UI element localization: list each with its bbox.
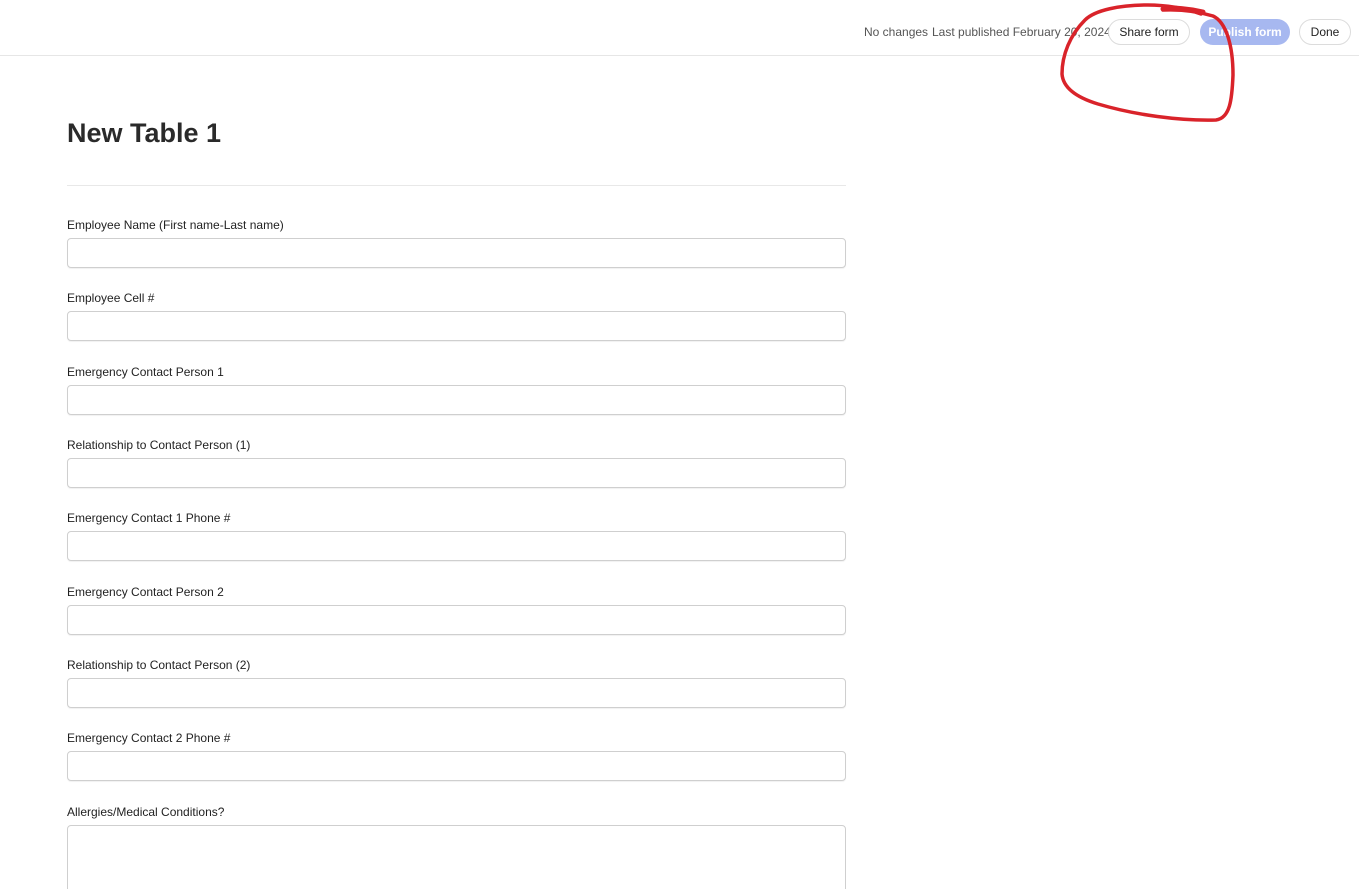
contact-2-phone-input[interactable] (67, 751, 846, 781)
field-label-contact-2-phone: Emergency Contact 2 Phone # (67, 731, 231, 745)
done-button[interactable]: Done (1299, 19, 1351, 45)
relationship-1-input[interactable] (67, 458, 846, 488)
title-divider (67, 185, 846, 186)
field-label-relationship-1: Relationship to Contact Person (1) (67, 438, 251, 452)
share-form-button[interactable]: Share form (1108, 19, 1190, 45)
top-toolbar: No changes Last published February 20, 2… (0, 0, 1359, 56)
contact-1-phone-input[interactable] (67, 531, 846, 561)
field-label-employee-cell: Employee Cell # (67, 291, 155, 305)
form-title: New Table 1 (67, 118, 222, 148)
field-label-emergency-contact-2: Emergency Contact Person 2 (67, 585, 224, 599)
publish-form-button[interactable]: Publish form (1200, 19, 1290, 45)
allergies-textarea[interactable] (67, 825, 846, 889)
field-label-contact-1-phone: Emergency Contact 1 Phone # (67, 511, 231, 525)
last-published-text: Last published February 20, 2024 (932, 25, 1111, 39)
field-label-relationship-2: Relationship to Contact Person (2) (67, 658, 251, 672)
employee-cell-input[interactable] (67, 311, 846, 341)
employee-name-input[interactable] (67, 238, 846, 268)
relationship-2-input[interactable] (67, 678, 846, 708)
field-label-employee-name: Employee Name (First name-Last name) (67, 218, 284, 232)
field-label-emergency-contact-1: Emergency Contact Person 1 (67, 365, 224, 379)
form-editor-page: No changes Last published February 20, 2… (0, 0, 1359, 889)
field-label-allergies: Allergies/Medical Conditions? (67, 805, 225, 819)
emergency-contact-1-input[interactable] (67, 385, 846, 415)
save-status: No changes (864, 25, 929, 39)
emergency-contact-2-input[interactable] (67, 605, 846, 635)
